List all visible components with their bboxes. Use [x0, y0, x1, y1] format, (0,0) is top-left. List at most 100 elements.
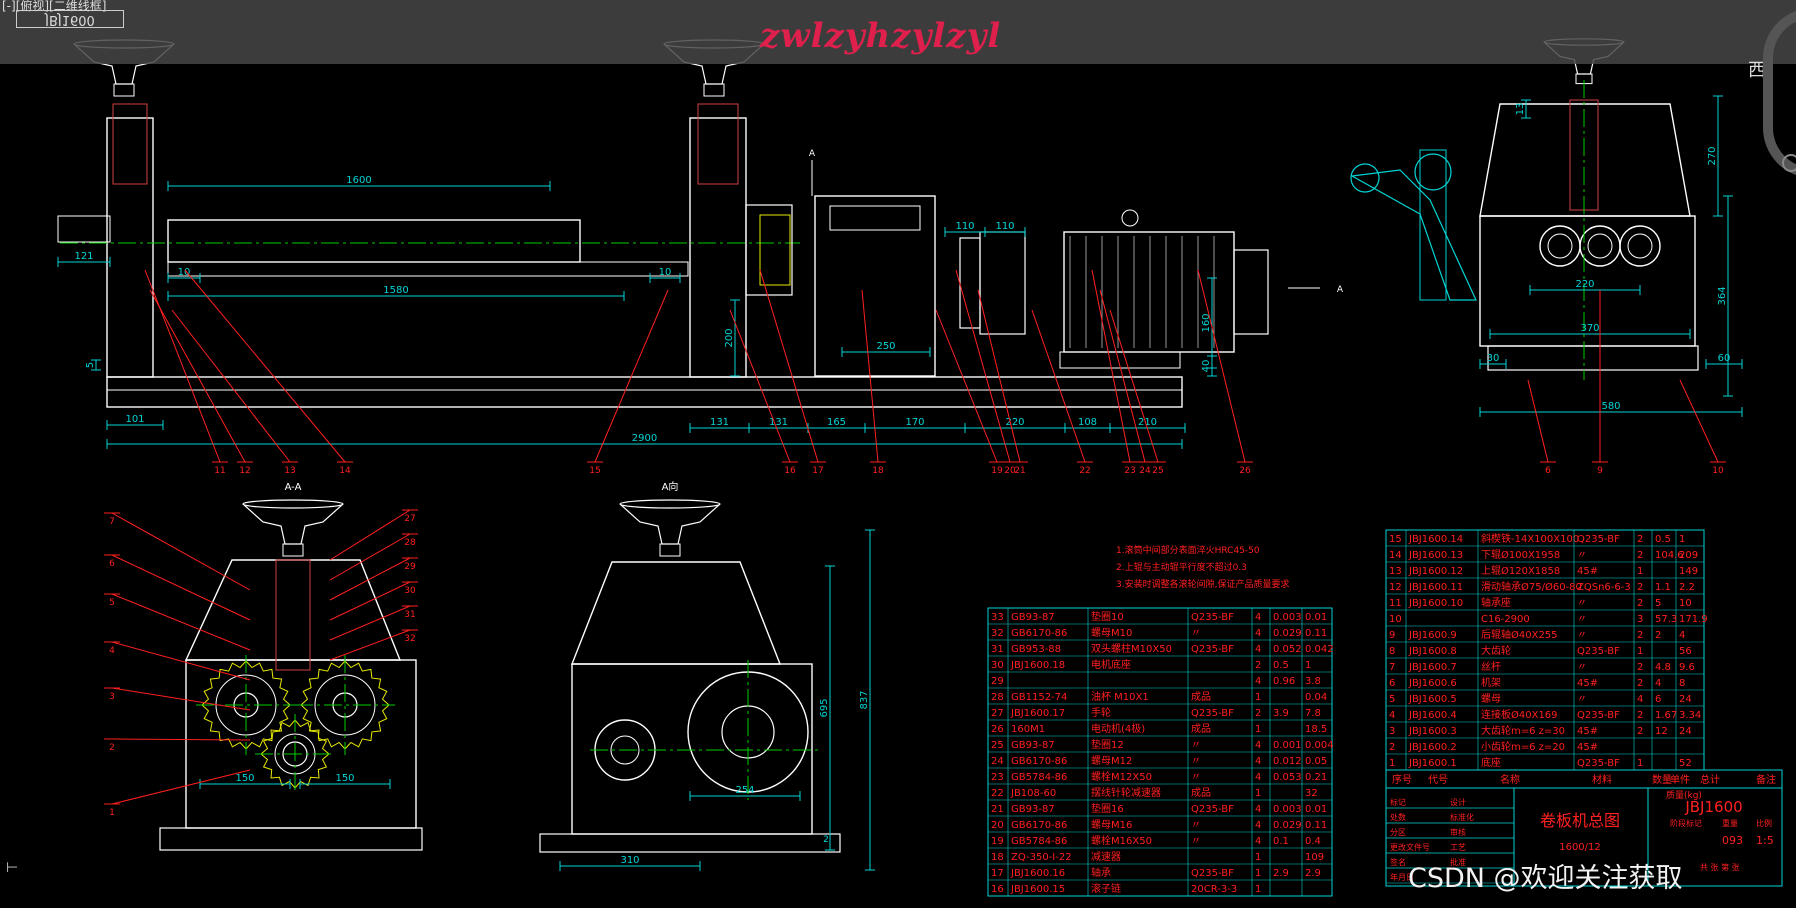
bom-left-cell: 电动机(4极)	[1091, 722, 1145, 735]
bom-right-cell: JBJ1600.8	[1408, 646, 1457, 657]
aa-leader-27-label: 27	[404, 514, 415, 524]
side-leader-9-label: 9	[1597, 466, 1603, 476]
bom-left-cell: 20CR-3-3	[1191, 884, 1237, 895]
bom-left-cell: 0.052	[1273, 644, 1302, 655]
aa-leader-29-label: 29	[404, 562, 416, 572]
dim-30-label: 30	[1487, 353, 1500, 364]
aa-leader-4-label: 4	[109, 646, 115, 656]
bom-left-cell: 22	[991, 788, 1004, 799]
weight-label: 重量	[1722, 818, 1738, 828]
dim-250-label: 250	[876, 341, 895, 352]
bom-left-cell: 0.003	[1273, 612, 1302, 623]
bom-left-cell: 25	[991, 740, 1004, 751]
bom-right-cell: 2	[1637, 630, 1643, 641]
bom-left-cell: 手轮	[1091, 706, 1111, 719]
bom-right-cell: 45#	[1577, 742, 1598, 753]
dim-1580-label: 1580	[383, 285, 408, 296]
bom-left-cell: 螺母M12	[1091, 755, 1132, 767]
drawing-code-box: JBJ1600	[16, 10, 124, 28]
bom-left-cell: 17	[991, 868, 1004, 879]
side-leader-10-label: 10	[1712, 466, 1724, 476]
bom-right-cell: 轴承座	[1481, 596, 1511, 609]
bom-right-cell: 5	[1389, 694, 1395, 705]
bom-left-cell: 螺栓M16X50	[1091, 834, 1152, 847]
bom-left-cell: GB5784-86	[1011, 772, 1067, 783]
bom-left-cell: 0.003	[1273, 804, 1302, 815]
bom-right-cell: 4	[1637, 694, 1643, 705]
dim-chain-0-label: 131	[710, 417, 729, 428]
bom-left-cell: 4	[1255, 644, 1261, 655]
dim-aa-150-left-label: 150	[235, 773, 254, 784]
dim-40-label: 40	[1201, 360, 1212, 373]
bom-left-cell: 0.004	[1305, 740, 1334, 751]
bom-right-cell: 2	[1637, 662, 1643, 673]
bom-left-cell: Q235-BF	[1191, 804, 1234, 815]
bom-left-cell: GB93-87	[1011, 740, 1055, 751]
bom-right-cell: Q235-BF	[1577, 646, 1620, 657]
title-row-label: 签名	[1390, 857, 1406, 867]
bom-left-cell: 27	[991, 708, 1004, 719]
bom-left-cell: JB108-60	[1010, 788, 1056, 799]
bom-right-cell: 9.6	[1679, 662, 1695, 673]
leader-23-label: 23	[1124, 466, 1135, 476]
bom-left-cell: 109	[1305, 852, 1324, 863]
leader-12-label: 12	[239, 466, 250, 476]
bom-left-cell: JBJ1600.17	[1010, 708, 1065, 719]
bom-left-cell: 0.001	[1273, 740, 1302, 751]
dim-13-label: 13	[1515, 103, 1526, 116]
bom-left-cell: 160M1	[1011, 724, 1045, 735]
bom-right-cell: 52	[1679, 758, 1692, 769]
bom-left-cell: 0.012	[1273, 756, 1302, 767]
dim-2900-label: 2900	[632, 433, 657, 444]
bom-right-cell: 连接板Ø40X169	[1481, 708, 1558, 721]
dim-chain-3-label: 170	[905, 417, 924, 428]
bom-right-cell: 6	[1655, 694, 1661, 705]
bom-right-cell: 1.67	[1655, 710, 1677, 721]
bom-left-cell: 螺母M16	[1091, 819, 1132, 831]
leader-13-label: 13	[284, 466, 295, 476]
bom-right-cell: 机架	[1481, 676, 1501, 689]
bom-left-cell: 4	[1255, 740, 1261, 751]
bom-left-cell: 轴承	[1091, 866, 1111, 879]
bom-header-cell: 名称	[1500, 773, 1520, 786]
dim-270-label: 270	[1707, 146, 1718, 165]
bom-left-cell: Q235-BF	[1191, 708, 1234, 719]
bom-left-cell: 垫圈10	[1091, 610, 1124, 623]
navigation-wheel-icon[interactable]	[1782, 154, 1796, 172]
bom-left-cell: 4	[1255, 628, 1261, 639]
dim-310-label: 310	[620, 855, 639, 866]
bom-right-cell: 10	[1389, 614, 1402, 625]
bom-header-cell: 单件	[1670, 774, 1690, 786]
leader-15-label: 15	[589, 466, 600, 476]
cad-drawing-canvas[interactable]: AA16001580121510 101012900131 131 165 170 220…	[0, 0, 1796, 908]
dim-chain-1-label: 131	[769, 417, 788, 428]
bom-left-cell: 28	[991, 692, 1004, 703]
bom-right-cell: JBJ1600.4	[1408, 710, 1457, 721]
bom-header-cell: 代号	[1428, 774, 1448, 786]
bom-header-cell: 总计	[1700, 773, 1720, 786]
bom-right-cell: JBJ1600.12	[1408, 566, 1463, 577]
aa-leader-2-label: 2	[109, 743, 115, 753]
bom-left-cell: 垫圈12	[1091, 738, 1124, 751]
bom-left-cell: 〃	[1191, 628, 1201, 639]
bom-right-cell: 上辊Ø120X1858	[1481, 564, 1560, 577]
aa-leader-5-label: 5	[109, 598, 115, 608]
dim-695-label: 695	[819, 698, 830, 717]
bom-right-cell: 1	[1637, 646, 1643, 657]
bom-left-cell: 7.8	[1305, 708, 1321, 719]
bom-left-cell: 32	[1305, 788, 1318, 799]
title-row-label: 工艺	[1450, 843, 1466, 852]
dim-chain-5-label: 108	[1078, 417, 1097, 428]
bom-left-cell: 2	[1255, 660, 1261, 671]
bom-right-cell: JBJ1600.9	[1408, 630, 1457, 641]
bom-left-cell: 2.9	[1273, 868, 1289, 879]
bom-left-cell: 0.04	[1305, 692, 1327, 703]
bom-right-cell: JBJ1600.6	[1408, 678, 1457, 689]
bom-right-cell: 3	[1389, 726, 1395, 737]
bom-right-cell: JBJ1600.14	[1408, 534, 1463, 545]
bom-right-cell: 24	[1679, 726, 1692, 737]
bom-right-cell: JBJ1600.3	[1408, 726, 1457, 737]
bom-left-cell: GB5784-86	[1011, 836, 1067, 847]
bom-left-cell: 1	[1255, 724, 1261, 735]
bom-left-cell: 〃	[1191, 740, 1201, 751]
